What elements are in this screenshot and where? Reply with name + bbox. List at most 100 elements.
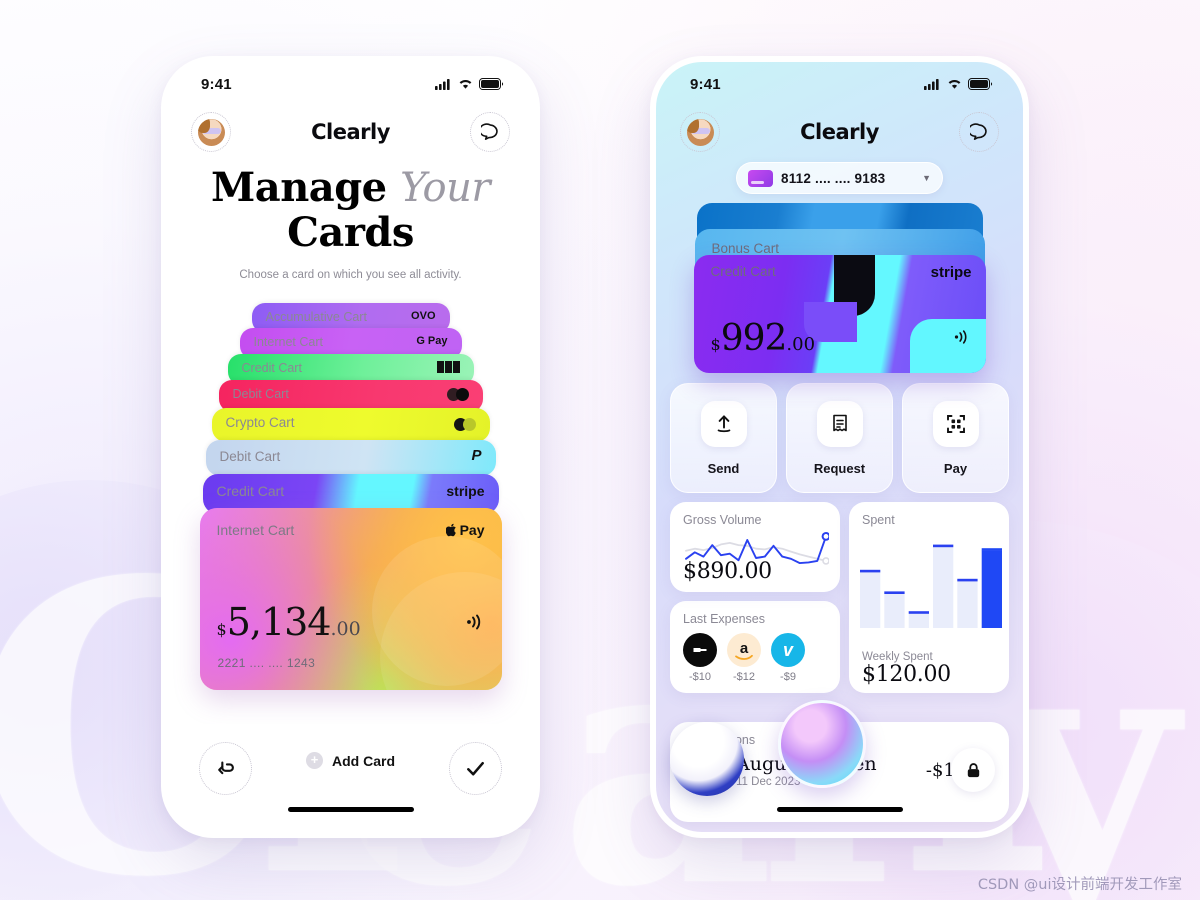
up-arrow-icon (700, 400, 747, 447)
card-name: Credit (241, 360, 275, 375)
messages-button[interactable] (470, 112, 510, 152)
card-content: Internet Cart Pay $ 5,134 .00 2221 .... … (200, 508, 502, 690)
currency-symbol: $ (710, 335, 721, 354)
page-title: Manage Your Cards (197, 166, 504, 254)
send-label: Send (707, 460, 740, 476)
expense-item-uber[interactable]: -$10 (683, 633, 717, 683)
home-indicator (776, 807, 903, 812)
receipt-icon (816, 400, 863, 447)
confirm-button[interactable] (449, 742, 502, 795)
messages-button[interactable] (959, 112, 999, 152)
pay-button[interactable]: Pay (902, 383, 1009, 493)
card-name: Credit (216, 482, 254, 499)
card-type: Cart (750, 264, 776, 279)
card-name: Debit (232, 386, 262, 401)
card-debit-paypal[interactable]: Debit Cart P (205, 439, 496, 476)
card-brand-mastercard (453, 417, 476, 431)
decor-sphere-left (670, 722, 744, 796)
plus-icon: + (306, 752, 323, 769)
hero-section: Manage Your Cards Choose a card on which… (167, 152, 534, 285)
card-brand-paypal: P (471, 446, 482, 464)
phone-mockup-right: 9:41 Clearly 8112 .... .... 9183 ▼ Bonus… (650, 56, 1029, 838)
brand-logo: Clearly (311, 120, 390, 144)
bar-cap-2 (884, 591, 905, 594)
status-icons (924, 78, 993, 90)
card-brand-jcb (436, 360, 460, 373)
chevron-down-icon: ▼ (922, 173, 931, 183)
back-button[interactable] (199, 742, 252, 795)
card-brand-stripe: stripe (446, 482, 485, 499)
contactless-icon (952, 328, 970, 351)
card-top-row: Internet Cart Pay (217, 522, 485, 538)
card-label: Crypto Cart (226, 415, 295, 430)
selected-card[interactable]: Internet Cart Pay $ 5,134 .00 2221 .... … (199, 507, 502, 690)
csdn-watermark: CSDN @ui设计前端开发工作室 (977, 877, 1182, 893)
card-brand-mastercard (446, 387, 469, 401)
bar-1 (860, 572, 881, 628)
checkmark-icon (467, 761, 484, 776)
expense-item-amazon[interactable]: a -$12 (727, 633, 761, 683)
profile-button[interactable] (191, 112, 231, 152)
profile-button[interactable] (680, 112, 720, 152)
expense-amount: -$10 (688, 671, 712, 683)
apple-pay-label: Pay (459, 521, 485, 538)
card-stack: Accumulative Cart OVO Internet Cart G Pa… (167, 302, 534, 703)
balance-cents: .00 (786, 334, 816, 355)
request-button[interactable]: Request (786, 383, 893, 493)
page-subtitle: Choose a card on which you see all activ… (239, 269, 462, 282)
pay-label: Pay (943, 460, 968, 476)
add-card-button[interactable]: + Add Card (306, 752, 395, 769)
bar-2 (884, 593, 905, 628)
gross-volume-panel[interactable]: Gross Volume $890.00 (670, 502, 840, 592)
stats-left-column: Gross Volume $890.00 Last Expenses -$10 … (670, 502, 840, 693)
card-credit-front[interactable]: Credit Cart stripe $ 992 .00 (693, 255, 986, 373)
wifi-icon (948, 79, 961, 89)
add-card-label: Add Card (332, 752, 395, 769)
card-stack: AMERICAN EXPRESS Bonus Cart Credit Cart … (656, 203, 1023, 373)
screen-dashboard: 9:41 Clearly 8112 .... .... 9183 ▼ Bonus… (656, 62, 1023, 832)
apple-logo-icon (445, 523, 456, 536)
expense-amount: -$12 (732, 671, 756, 683)
gross-volume-title: Gross Volume (683, 513, 762, 527)
status-time: 9:41 (201, 75, 232, 93)
undo-arrow-icon (217, 761, 234, 774)
app-header: Clearly (167, 106, 534, 152)
balance-whole: 5,134 (226, 599, 332, 644)
selected-card-name: Internet Cart (216, 521, 295, 538)
stats-section: Gross Volume $890.00 Last Expenses -$10 … (656, 502, 1023, 693)
expense-item-vimeo[interactable]: v -$9 (771, 633, 805, 683)
cellular-signal-icon (435, 79, 450, 90)
weekly-spent-amount: $120.00 (862, 662, 951, 687)
uber-icon (683, 633, 717, 667)
send-button[interactable]: Send (670, 383, 777, 493)
card-decor-shape-3 (909, 318, 986, 373)
spent-bar-chart (860, 544, 1002, 628)
phone-mockup-left: 9:41 Clearly Manage Your Cards Choose a … (161, 56, 540, 838)
page-title-italic: Your (400, 165, 490, 211)
card-selector[interactable]: 8112 .... .... 9183 ▼ (736, 162, 943, 194)
chat-bubble-icon (480, 122, 498, 140)
bottom-toolbar: + Add Card (167, 724, 534, 832)
card-name: Accumulative (265, 309, 340, 324)
bar-cap-5 (957, 578, 978, 582)
last-expenses-panel[interactable]: Last Expenses -$10 a -$12 v -$9 (670, 601, 840, 693)
lock-button[interactable] (951, 748, 995, 792)
status-bar: 9:41 (167, 62, 534, 106)
bar-cap-3 (908, 611, 929, 614)
battery-icon (968, 78, 993, 90)
page-title-bold: Manage (211, 164, 387, 211)
card-type: Cart (299, 334, 323, 349)
spent-panel[interactable]: Spent Weekly Spent $120.00 (849, 502, 1009, 693)
card-label: Debit Cart (220, 449, 281, 464)
bar-6 (981, 550, 1002, 628)
decor-sphere-center (778, 700, 866, 788)
card-name: Bonus (711, 241, 750, 256)
chat-bubble-icon (969, 122, 987, 140)
qr-code-icon (932, 400, 979, 447)
card-crypto[interactable]: Crypto Cart (211, 407, 490, 442)
bar-cap-1 (860, 569, 881, 573)
bar-3 (908, 613, 929, 628)
card-name: Credit (710, 264, 747, 279)
card-label: Credit Cart (217, 483, 285, 499)
card-label: Credit Cart (711, 264, 776, 279)
